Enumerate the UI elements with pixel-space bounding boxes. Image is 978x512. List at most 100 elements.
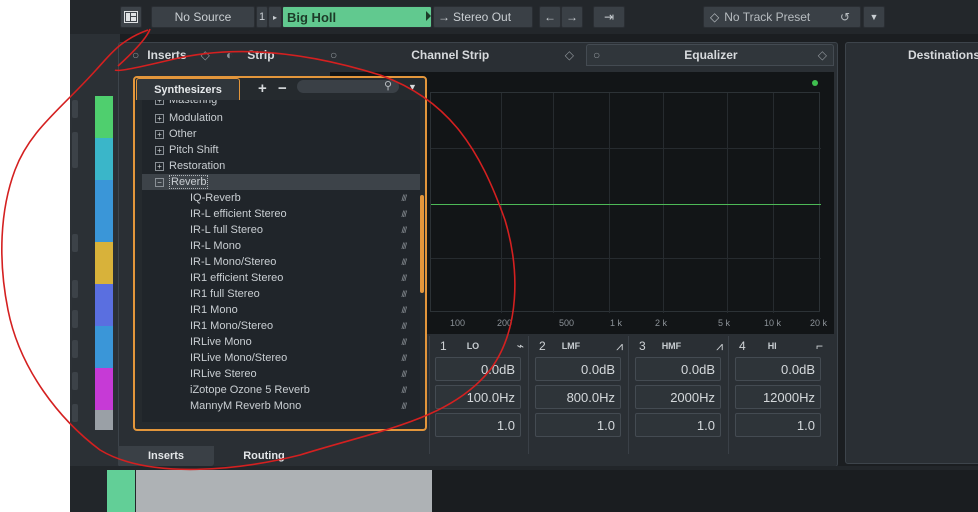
track-color-chip[interactable] [95, 138, 113, 180]
band-3-q[interactable]: 1.0 [635, 413, 721, 437]
band-1-header[interactable]: 1 LO ⌁ [440, 337, 524, 355]
freq-label: 10 k [764, 318, 782, 328]
band-1-gain[interactable]: 0.0dB [435, 357, 521, 381]
tree-folder[interactable]: + Pitch Shift [142, 142, 420, 158]
band-2-header[interactable]: 2 LMF ⩘ [539, 337, 623, 355]
back-arrow-icon[interactable]: ← [539, 6, 561, 28]
tree-plugin-item[interactable]: IR1 efficient Stereo /// [142, 270, 420, 286]
track-button[interactable] [72, 310, 78, 328]
track-color-chip[interactable] [95, 368, 113, 410]
band-3-gain[interactable]: 0.0dB [635, 357, 721, 381]
collapse-icon[interactable]: − [155, 177, 164, 187]
equalizer-header[interactable]: ○ Equalizer ◇ [586, 44, 834, 66]
expand-icon[interactable]: + [155, 113, 164, 123]
track-color-chip[interactable] [95, 284, 113, 326]
grid-line [727, 93, 728, 313]
tree-item-label: Reverb [169, 175, 209, 189]
band-1-freq[interactable]: 100.0Hz [435, 385, 521, 409]
track-button[interactable] [72, 100, 78, 118]
freq-label: 500 [559, 318, 575, 328]
tree-plugin-item[interactable]: IRLive Mono /// [142, 334, 420, 350]
synthesizers-tab[interactable]: Synthesizers [136, 78, 240, 100]
band-4-q[interactable]: 1.0 [735, 413, 821, 437]
tree-plugin-item[interactable]: IR-L Mono/Stereo /// [142, 254, 420, 270]
grid-line [609, 93, 610, 313]
expand-icon[interactable]: + [155, 100, 164, 105]
tree-folder[interactable]: + Other [142, 126, 420, 142]
band-4-gain[interactable]: 0.0dB [735, 357, 821, 381]
strip-header-tab[interactable]: ◐ Strip [226, 44, 275, 66]
track-button[interactable] [72, 132, 78, 168]
channel-strip-header[interactable]: ○ Channel Strip ◇ [330, 44, 580, 66]
reload-icon[interactable]: ↺ [840, 10, 850, 24]
track-button[interactable] [72, 340, 78, 358]
peak-filter-icon[interactable]: ⩘ [616, 339, 623, 354]
vst-icon: /// [401, 193, 406, 203]
vst-icon: /// [401, 369, 406, 379]
expand-all-button[interactable]: + [258, 80, 267, 97]
band-number: 4 [739, 339, 746, 353]
routing-bottom-tab[interactable]: Routing [216, 446, 312, 466]
lowshelf-icon[interactable]: ⌁ [517, 339, 524, 353]
input-number[interactable]: 1 [256, 6, 268, 28]
chevron-down-icon[interactable]: ▼ [408, 82, 417, 92]
track-button[interactable] [72, 372, 78, 390]
band-1-q[interactable]: 1.0 [435, 413, 521, 437]
tree-folder[interactable]: + Restoration [142, 158, 420, 174]
tree-plugin-item[interactable]: IQ-Reverb /// [142, 190, 420, 206]
tree-plugin-item[interactable]: IR-L full Stereo /// [142, 222, 420, 238]
tree-plugin-item[interactable]: IRLive Mono/Stereo /// [142, 350, 420, 366]
input-source-selector[interactable]: No Source [151, 6, 255, 28]
tree-plugin-item[interactable]: IRLive Stereo /// [142, 366, 420, 382]
routing-icon[interactable]: ⇥ [593, 6, 625, 28]
track-color-chip[interactable] [95, 242, 113, 284]
fader-area [136, 470, 432, 512]
track-name-field[interactable]: Big Holl [282, 6, 432, 28]
tree-plugin-item[interactable]: IR1 Mono/Stereo /// [142, 318, 420, 334]
band-2-gain[interactable]: 0.0dB [535, 357, 621, 381]
band-3-header[interactable]: 3 HMF ⩘ [639, 337, 723, 355]
track-color-chip[interactable] [95, 326, 113, 368]
input-chevron-icon[interactable]: ▸ [268, 6, 282, 28]
chevron-down-icon[interactable]: ▼ [863, 6, 885, 28]
band-2-freq[interactable]: 800.0Hz [535, 385, 621, 409]
track-button[interactable] [72, 280, 78, 298]
band-2-q[interactable]: 1.0 [535, 413, 621, 437]
vst-icon: /// [401, 385, 406, 395]
expand-icon[interactable]: + [155, 145, 164, 155]
window-layout-icon[interactable] [120, 6, 142, 28]
peak-filter-icon[interactable]: ⩘ [716, 339, 723, 354]
tree-plugin-item[interactable]: IR-L Mono /// [142, 238, 420, 254]
track-button[interactable] [72, 234, 78, 252]
inserts-bottom-tab[interactable]: Inserts [118, 446, 214, 466]
tree-scrollbar[interactable] [420, 195, 424, 293]
band-4-header[interactable]: 4 HI ⌐ [739, 337, 823, 355]
band-4-freq[interactable]: 12000Hz [735, 385, 821, 409]
inserts-header-tab[interactable]: ○ Inserts ◇ [132, 44, 210, 66]
highshelf-icon[interactable]: ⌐ [816, 339, 823, 353]
collapse-all-button[interactable]: − [278, 80, 287, 97]
tree-plugin-item[interactable]: IR1 full Stereo /// [142, 286, 420, 302]
expand-icon[interactable]: + [155, 161, 164, 171]
tree-folder[interactable]: + Mastering [142, 100, 420, 108]
vst-icon: /// [401, 353, 406, 363]
diamond-icon: ◇ [564, 48, 574, 62]
tree-plugin-item[interactable]: IR-L efficient Stereo /// [142, 206, 420, 222]
track-color-chip[interactable] [95, 410, 113, 430]
tree-plugin-item[interactable]: IR1 Mono /// [142, 302, 420, 318]
track-color-chip[interactable] [95, 96, 113, 138]
tree-folder[interactable]: + Modulation [142, 110, 420, 126]
expand-icon[interactable]: + [155, 129, 164, 139]
tree-plugin-item[interactable]: MannyM Reverb Mono /// [142, 398, 420, 414]
eq-active-indicator[interactable] [812, 80, 818, 86]
track-color-chip[interactable] [95, 180, 113, 242]
tree-plugin-item[interactable]: iZotope Ozone 5 Reverb /// [142, 382, 420, 398]
search-icon[interactable]: ⚲ [384, 79, 392, 92]
band-3-freq[interactable]: 2000Hz [635, 385, 721, 409]
forward-arrow-icon[interactable]: → [561, 6, 583, 28]
tree-folder[interactable]: − Reverb [142, 174, 420, 190]
preset-diamond-icon: ◇ [710, 10, 720, 24]
track-button[interactable] [72, 404, 78, 422]
output-selector[interactable]: → Stereo Out [433, 6, 533, 28]
track-preset-selector[interactable]: ◇ No Track Preset [703, 6, 861, 28]
